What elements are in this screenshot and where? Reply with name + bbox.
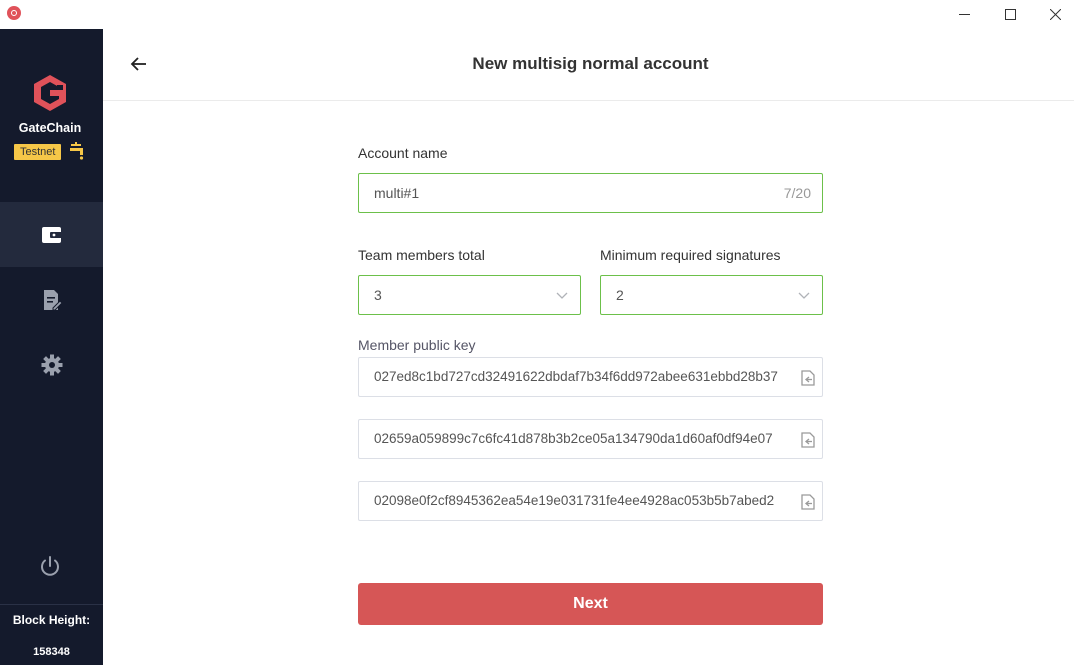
document-edit-icon <box>43 289 62 310</box>
wallet-icon <box>41 226 62 243</box>
power-icon[interactable] <box>38 554 62 578</box>
public-key-field-2[interactable]: 02659a059899c7c6fc41d878b3b2ce05a134790d… <box>358 419 823 459</box>
public-key-field-3[interactable]: 02098e0f2cf8945362ea54e19e031731fe4ee492… <box>358 481 823 521</box>
nav-settings[interactable] <box>0 332 103 397</box>
paste-icon[interactable] <box>801 494 815 510</box>
network-badge: Testnet <box>14 144 62 160</box>
sidebar: GateChain Testnet Block Height: 158348 <box>0 29 103 665</box>
public-key-value: 02659a059899c7c6fc41d878b3b2ce05a134790d… <box>374 431 773 446</box>
maximize-icon[interactable] <box>987 0 1033 29</box>
team-members-select[interactable]: 3 <box>358 275 581 315</box>
next-button[interactable]: Next <box>358 583 823 625</box>
public-key-value: 027ed8c1bd727cd32491622dbdaf7b34f6dd972a… <box>374 369 778 384</box>
block-height-label: Block Height: <box>12 613 91 627</box>
account-name-label: Account name <box>358 145 448 161</box>
account-name-counter: 7/20 <box>783 185 811 201</box>
faucet-icon[interactable] <box>69 141 87 161</box>
page-header: New multisig normal account <box>103 29 1074 101</box>
sidebar-divider <box>0 604 103 605</box>
window-titlebar <box>0 0 1074 29</box>
chevron-down-icon <box>556 292 568 299</box>
paste-icon[interactable] <box>801 370 815 386</box>
team-members-label: Team members total <box>358 247 485 263</box>
gear-icon <box>41 354 62 375</box>
minimize-icon[interactable] <box>941 0 987 29</box>
team-members-value: 3 <box>374 287 382 303</box>
block-height-value: 158348 <box>33 646 70 658</box>
min-signatures-value: 2 <box>616 287 624 303</box>
nav-records[interactable] <box>0 267 103 332</box>
paste-icon[interactable] <box>801 432 815 448</box>
public-key-field-1[interactable]: 027ed8c1bd727cd32491622dbdaf7b34f6dd972a… <box>358 357 823 397</box>
brand-name: GateChain <box>18 121 82 135</box>
public-key-value: 02098e0f2cf8945362ea54e19e031731fe4ee492… <box>374 493 775 508</box>
account-name-input[interactable] <box>374 174 774 212</box>
chevron-down-icon <box>798 292 810 299</box>
min-signatures-select[interactable]: 2 <box>600 275 823 315</box>
public-key-label: Member public key <box>358 337 476 353</box>
gatechain-logo-icon <box>34 75 66 111</box>
nav-wallet[interactable] <box>0 202 103 267</box>
min-signatures-label: Minimum required signatures <box>600 247 781 263</box>
account-name-field[interactable]: 7/20 <box>358 173 823 213</box>
close-icon[interactable] <box>1032 0 1074 29</box>
page-title: New multisig normal account <box>472 54 709 73</box>
app-logo-icon <box>7 6 21 20</box>
